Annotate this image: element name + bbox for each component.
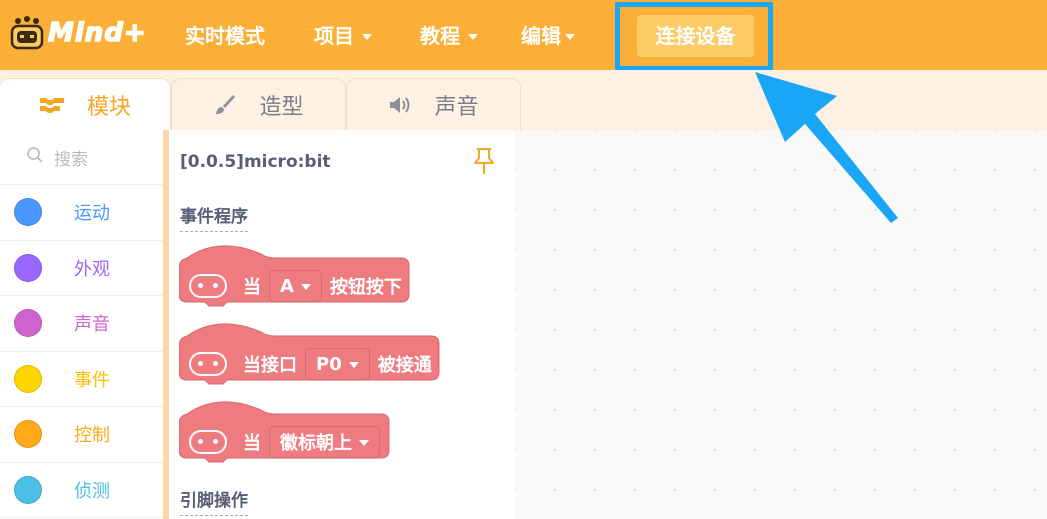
- menu-project[interactable]: 项目: [314, 20, 372, 52]
- connect-device-button[interactable]: 连接设备: [637, 15, 754, 57]
- category-motion[interactable]: 运动: [0, 185, 163, 241]
- tab-blocks-label: 模块: [86, 94, 131, 120]
- blocks-icon: [39, 96, 65, 114]
- hat-block-gesture[interactable]: 当 徽标朝上: [179, 394, 391, 466]
- extension-title: [0.0.5]micro:bit: [180, 152, 331, 172]
- hat-block-button-pressed[interactable]: 当 A 按钮按下: [179, 238, 411, 310]
- search-icon: [26, 146, 44, 169]
- search-placeholder: 搜索: [54, 149, 88, 170]
- chevron-down-icon: [348, 362, 359, 368]
- category-label: 运动: [74, 203, 110, 225]
- menu-tutorial-label: 教程: [420, 24, 460, 48]
- block-prefix: 当: [243, 277, 261, 298]
- dropdown-value: P0: [316, 353, 342, 375]
- block-suffix: 被接通: [377, 355, 432, 376]
- category-looks[interactable]: 外观: [0, 241, 163, 296]
- category-dot: [14, 420, 42, 449]
- menu-realtime-mode[interactable]: 实时模式: [185, 20, 265, 52]
- chevron-down-icon: [300, 284, 311, 290]
- category-label: 控制: [74, 425, 110, 447]
- section-events-title: 事件程序: [180, 202, 248, 232]
- pointer-arrow-icon: [755, 72, 898, 223]
- speaker-icon: [388, 94, 412, 116]
- category-sensing[interactable]: 侦测: [0, 463, 163, 518]
- section-pins-title: 引脚操作: [180, 486, 248, 516]
- category-sound[interactable]: 声音: [0, 296, 163, 352]
- menu-tutorial[interactable]: 教程: [420, 20, 478, 52]
- chevron-down-icon: [565, 34, 575, 40]
- block-prefix: 当接口: [243, 355, 297, 376]
- menu-project-label: 项目: [314, 24, 354, 48]
- category-control[interactable]: 控制: [0, 407, 163, 463]
- tab-sounds-label: 声音: [434, 94, 479, 120]
- block-prefix: 当: [243, 433, 261, 454]
- microbit-icon: [189, 274, 227, 298]
- dropdown-value: A: [280, 275, 294, 297]
- category-dot: [14, 475, 42, 504]
- category-label: 侦测: [74, 480, 110, 502]
- block-search[interactable]: 搜索: [0, 130, 163, 185]
- robot-logo-icon: [10, 16, 44, 50]
- category-dot: [14, 253, 42, 282]
- app-logo[interactable]: Mind+: [10, 13, 150, 53]
- category-label: 外观: [74, 258, 110, 280]
- microbit-icon: [189, 430, 227, 454]
- category-dot: [14, 309, 42, 338]
- logo-text: Mind+: [47, 17, 147, 49]
- tab-sounds[interactable]: 声音: [346, 78, 521, 130]
- chevron-down-icon: [468, 34, 478, 40]
- block-suffix: 按钮按下: [329, 277, 402, 298]
- category-label: 声音: [74, 314, 110, 336]
- pin-select-dropdown[interactable]: P0: [305, 348, 370, 380]
- category-label: 事件: [74, 369, 110, 391]
- tab-costumes[interactable]: 造型: [171, 78, 346, 130]
- tab-costumes-label: 造型: [259, 94, 304, 120]
- gesture-select-dropdown[interactable]: 徽标朝上: [269, 426, 380, 458]
- block-content: 当接口 P0 被接通: [187, 344, 432, 384]
- dropdown-value: 徽标朝上: [280, 433, 352, 454]
- category-events[interactable]: 事件: [0, 352, 163, 407]
- category-dot: [14, 364, 42, 393]
- button-select-dropdown[interactable]: A: [269, 270, 322, 302]
- chevron-down-icon: [362, 34, 372, 40]
- block-flyout: [0.0.5]micro:bit 事件程序 当 A 按钮按下 当接口 P0 被接…: [169, 130, 515, 519]
- menu-realtime-label: 实时模式: [185, 24, 265, 48]
- category-menu: 搜索 运动 外观 声音 事件 控制 侦测: [0, 130, 164, 519]
- block-content: 当 徽标朝上: [187, 422, 388, 462]
- microbit-icon: [189, 352, 227, 376]
- menu-edit[interactable]: 编辑: [521, 20, 575, 52]
- pin-icon[interactable]: [472, 146, 496, 180]
- menu-edit-label: 编辑: [521, 24, 561, 48]
- brush-icon: [213, 93, 237, 117]
- tab-blocks[interactable]: 模块: [0, 78, 171, 130]
- chevron-down-icon: [359, 440, 369, 446]
- category-dot: [14, 198, 42, 227]
- block-content: 当 A 按钮按下: [187, 266, 402, 306]
- hat-block-pin-connected[interactable]: 当接口 P0 被接通: [179, 316, 441, 388]
